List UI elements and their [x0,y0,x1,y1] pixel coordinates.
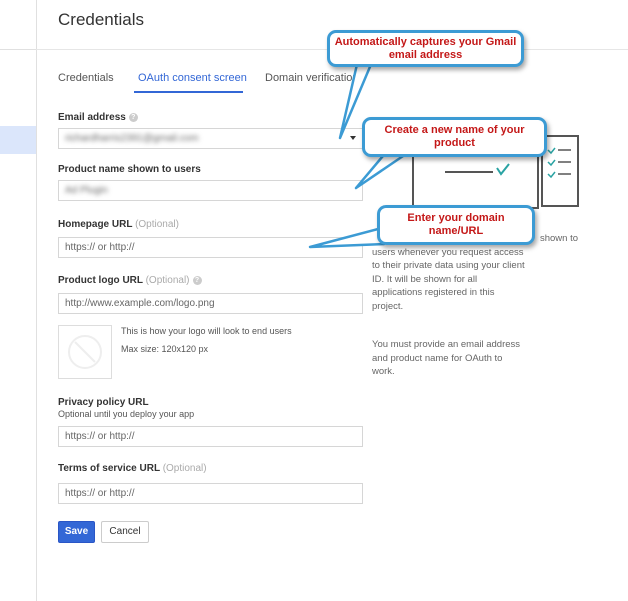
callout-pointers [308,58,408,249]
email-callout: Automatically captures your Gmail email … [327,30,524,67]
domain-callout: Enter your domain name/URL [377,205,535,245]
domain-callout-tail [308,226,386,249]
product-callout: Create a new name of your product [362,117,547,157]
